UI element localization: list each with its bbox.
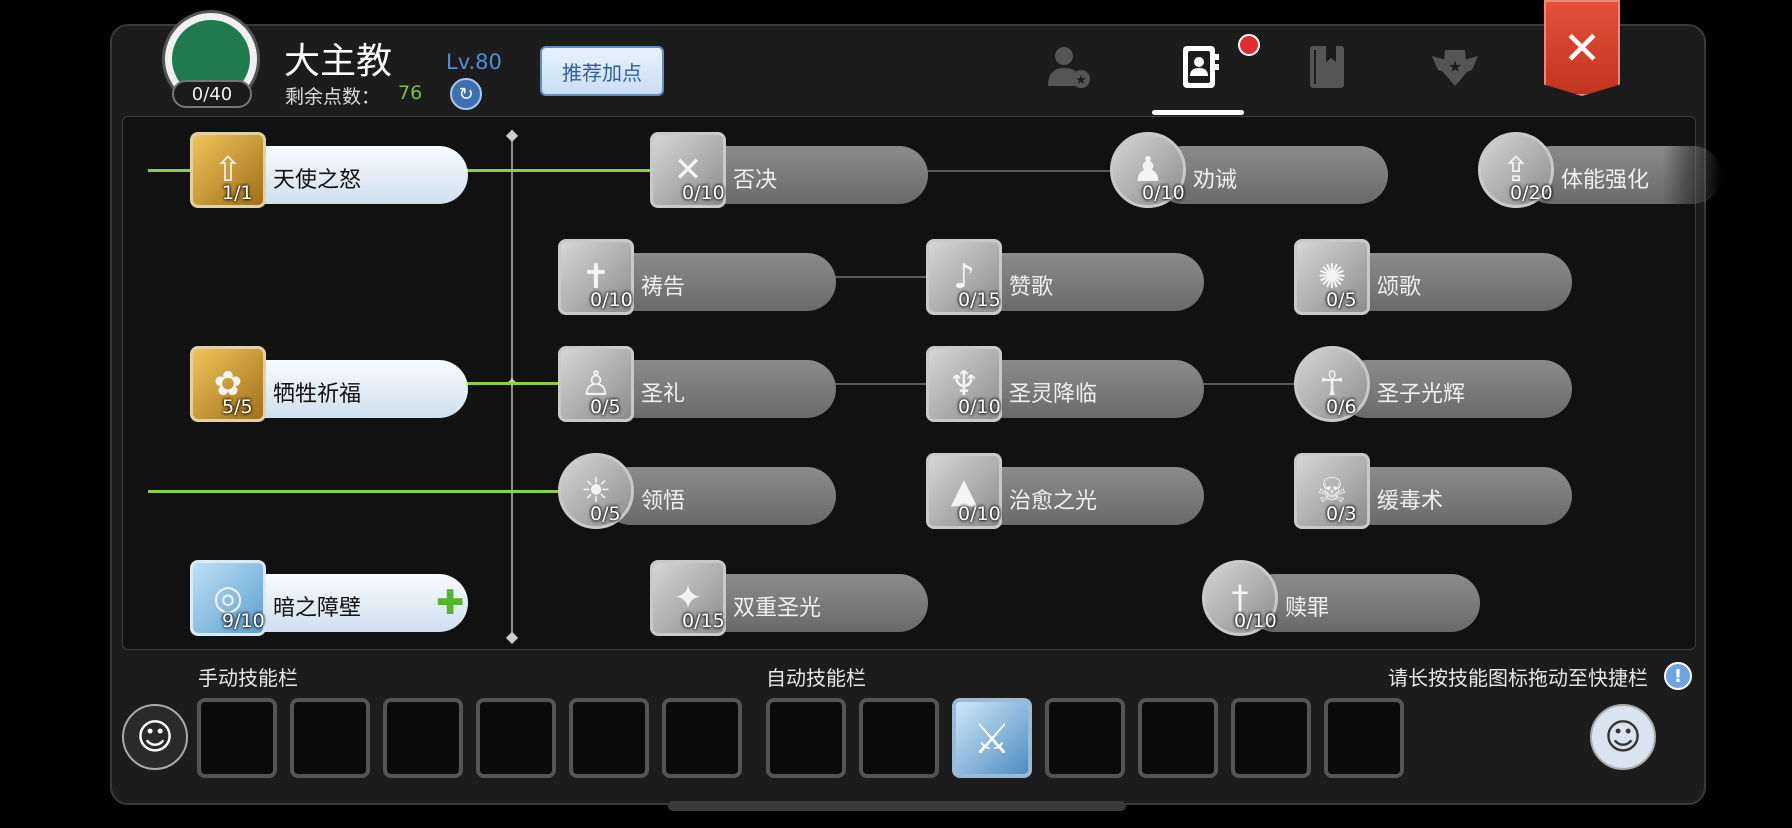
skill-level: 0/10 bbox=[1142, 182, 1185, 204]
skill-level: 0/6 bbox=[1326, 396, 1357, 418]
points-label: 剩余点数： bbox=[285, 86, 381, 108]
drag-hint-text: 请长按技能图标拖动至快捷栏 bbox=[1388, 666, 1648, 690]
auto-skill-slot[interactable] bbox=[1138, 698, 1218, 778]
skill-name: 圣礼 bbox=[641, 382, 686, 407]
connector bbox=[834, 276, 930, 278]
auto-skill-slot[interactable] bbox=[859, 698, 939, 778]
reset-refresh-icon[interactable]: ↻ bbox=[450, 78, 482, 110]
connector bbox=[466, 382, 562, 385]
close-button[interactable]: ✕ bbox=[1544, 0, 1620, 96]
divider-ornament-icon: ◆ bbox=[505, 627, 519, 646]
skill-name: 治愈之光 bbox=[1009, 489, 1098, 514]
connector bbox=[834, 383, 930, 385]
skill-name: 否决 bbox=[733, 168, 778, 193]
skill-name: 圣子光辉 bbox=[1377, 382, 1466, 407]
winged-star-emblem-icon: ★ bbox=[1432, 50, 1478, 86]
recommend-button[interactable]: 推荐加点 bbox=[540, 46, 664, 96]
skill-name: 牺牲祈福 bbox=[273, 382, 362, 407]
level-text: Lv.80 bbox=[446, 50, 502, 74]
class-name: 大主教 bbox=[284, 41, 393, 82]
divider-ornament-icon: ◆ bbox=[505, 125, 519, 144]
emblem-count: 0/40 bbox=[172, 80, 252, 108]
manual-skillbar-label: 手动技能栏 bbox=[198, 666, 298, 690]
connector bbox=[148, 490, 562, 493]
skill-name: 颂歌 bbox=[1377, 275, 1422, 300]
manual-skill-slot[interactable] bbox=[569, 698, 649, 778]
auto-skill-slot[interactable] bbox=[1045, 698, 1125, 778]
skill-name: 祷告 bbox=[641, 275, 686, 300]
tab-emblem[interactable]: ★ bbox=[1428, 40, 1482, 94]
manual-skill-slot[interactable] bbox=[662, 698, 742, 778]
tab-skills[interactable] bbox=[1172, 40, 1226, 94]
character-star-icon: ★ bbox=[1048, 47, 1090, 88]
skill-level: 0/5 bbox=[590, 503, 621, 525]
manual-skill-slot[interactable] bbox=[383, 698, 463, 778]
connector bbox=[924, 170, 1114, 172]
auto-skill-slot[interactable] bbox=[1231, 698, 1311, 778]
skill-name: 暗之障壁 bbox=[273, 596, 362, 621]
skill-level: 0/15 bbox=[682, 610, 725, 632]
skill-level: 1/1 bbox=[222, 182, 253, 204]
skill-name: 圣灵降临 bbox=[1009, 382, 1098, 407]
manual-skill-slot[interactable] bbox=[476, 698, 556, 778]
connector bbox=[466, 169, 656, 172]
auto-skill-slot[interactable] bbox=[1324, 698, 1404, 778]
skill-level: 0/5 bbox=[590, 396, 621, 418]
skill-name: 缓毒术 bbox=[1377, 489, 1444, 514]
manual-skill-slot[interactable] bbox=[197, 698, 277, 778]
auto-skillbar-label: 自动技能栏 bbox=[766, 666, 866, 690]
skill-level: 0/10 bbox=[958, 396, 1001, 418]
skill-name: 劝诫 bbox=[1193, 168, 1238, 193]
points-value: 76 bbox=[398, 82, 423, 104]
skill-level: 0/15 bbox=[958, 289, 1001, 311]
connector bbox=[148, 169, 190, 172]
tab-book[interactable] bbox=[1300, 40, 1354, 94]
skill-level: 0/10 bbox=[590, 289, 633, 311]
horizontal-scrollbar[interactable] bbox=[668, 801, 1126, 811]
sword-burst-icon: ⚔ bbox=[973, 713, 1011, 763]
info-exclamation-icon[interactable]: ! bbox=[1664, 662, 1692, 690]
skill-book-contact-icon bbox=[1183, 46, 1219, 88]
skill-name: 赞歌 bbox=[1009, 275, 1054, 300]
svg-text:★: ★ bbox=[1075, 73, 1087, 88]
skill-level: 5/5 bbox=[222, 396, 253, 418]
cat-face-icon[interactable]: ☺ bbox=[122, 704, 188, 770]
tab-active-indicator bbox=[1152, 110, 1244, 115]
skill-level: 9/10 bbox=[222, 610, 265, 632]
manual-skill-slot[interactable] bbox=[290, 698, 370, 778]
bookmark-book-icon bbox=[1310, 46, 1344, 88]
connector bbox=[1202, 383, 1298, 385]
skill-name: 体能强化 bbox=[1561, 168, 1650, 193]
add-point-plus-icon[interactable]: ✚ bbox=[436, 586, 465, 620]
skill-name: 领悟 bbox=[641, 489, 686, 514]
tab-character[interactable]: ★ bbox=[1042, 40, 1096, 94]
auto-skill-slot[interactable] bbox=[766, 698, 846, 778]
skill-level: 0/20 bbox=[1510, 182, 1553, 204]
notification-badge bbox=[1238, 34, 1260, 56]
svg-text:★: ★ bbox=[1448, 57, 1462, 76]
skill-level: 0/10 bbox=[1234, 610, 1277, 632]
skill-name: 双重圣光 bbox=[733, 596, 822, 621]
cat-face-icon[interactable]: ☺ bbox=[1590, 704, 1656, 770]
skill-level: 0/3 bbox=[1326, 503, 1357, 525]
skill-level: 0/5 bbox=[1326, 289, 1357, 311]
skill-name: 赎罪 bbox=[1285, 596, 1330, 621]
skill-name: 天使之怒 bbox=[273, 168, 362, 193]
skill-level: 0/10 bbox=[682, 182, 725, 204]
auto-skill-slot[interactable]: ⚔ bbox=[952, 698, 1032, 778]
skill-level: 0/10 bbox=[958, 503, 1001, 525]
